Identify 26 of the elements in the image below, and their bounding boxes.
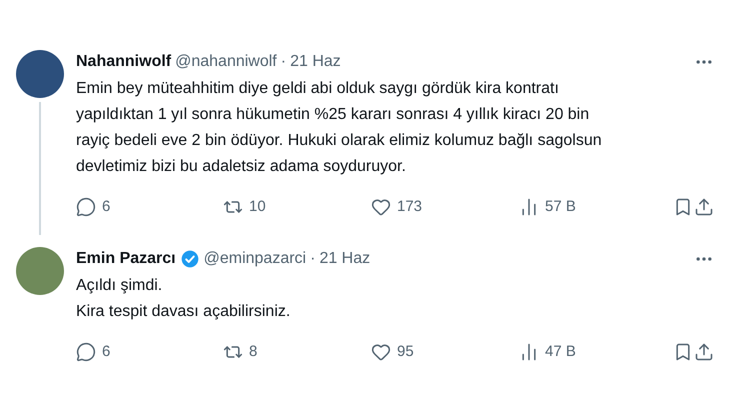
reply-icon[interactable] (76, 197, 96, 218)
repost-count: 8 (249, 342, 258, 362)
like-icon[interactable] (371, 342, 391, 362)
post-date[interactable]: 21 Haz (319, 246, 370, 270)
avatar-photo-placeholder[interactable] (16, 246, 64, 294)
post-date[interactable]: 21 Haz (290, 50, 341, 74)
like-count: 173 (397, 197, 422, 217)
like-icon[interactable] (371, 197, 391, 218)
separator-dot: · (310, 248, 316, 268)
reply-icon[interactable] (76, 342, 96, 362)
view-count: 47 B (545, 342, 576, 362)
reply-count: 6 (102, 197, 110, 217)
author-handle[interactable]: @nahanniwolf (175, 50, 277, 74)
separator-dot: · (280, 52, 286, 72)
author-name[interactable]: Emin Pazarcı (76, 246, 176, 270)
tweet-text: Açıldı şimdi. Kira tespit davası açabilirsiniz. (76, 276, 292, 322)
view-count: 57 B (545, 197, 576, 217)
share-icon[interactable] (694, 342, 714, 362)
share-icon[interactable] (694, 197, 714, 218)
repost-count: 10 (249, 197, 266, 217)
author-name[interactable]: Nahanniwolf (76, 50, 172, 74)
tweet-text: Emin bey müteahhitim diye geldi abi olduk saygı gördük kira kontratı yapıldıktan 1 yıl sonra hükumetin %25 kararı sonrası 4 yıllık kiracı 20 bin rayiç bedeli eve 2 bin ödüyor. Hukuki olarak elimiz kolumuz bağlı sagolsun devletimiz bizi bu adaletsiz adama soyduruyor. (76, 79, 603, 177)
like-count: 95 (397, 342, 414, 362)
avatar-photo-placeholder[interactable] (16, 50, 64, 98)
author-handle[interactable]: @eminpazarci (204, 246, 306, 270)
reply-count: 6 (102, 342, 110, 362)
